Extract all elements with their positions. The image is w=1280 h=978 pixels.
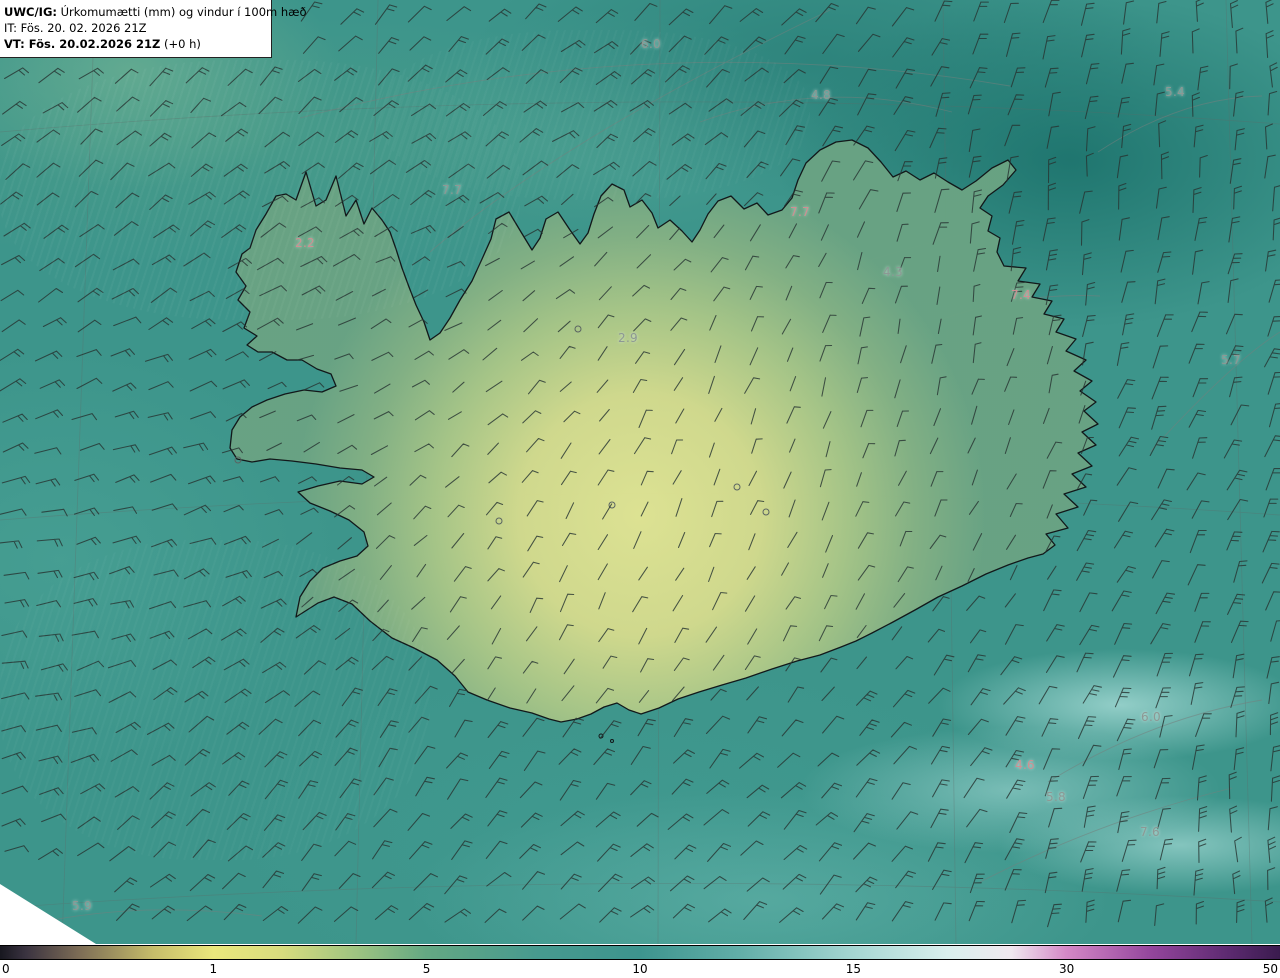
contour-label: 5.4	[1165, 85, 1185, 99]
contour-label: 4.3	[883, 265, 903, 279]
contour-label: 6.0	[641, 37, 661, 51]
colorbar: 0 1 5 10 15 30 50	[0, 944, 1280, 978]
map-title-line: UWC/IG: Úrkomumætti (mm) og vindur í 100…	[4, 4, 307, 20]
map-canvas: 6.0 4.8 5.4 7.7 2.2 7.7 4.3 7.4 2.9 5.7 6.0 4.6 5.8 7…	[0, 0, 1280, 944]
map-title: Úrkomumætti (mm) og vindur í 100m hæð	[56, 5, 307, 19]
weather-map-stage: 6.0 4.8 5.4 7.7 2.2 7.7 4.3 7.4 2.9 5.7 6.0 4.6 5.8 7…	[0, 0, 1280, 978]
valid-time-line: VT: Fös. 20.02.2026 21Z (+0 h)	[4, 36, 265, 52]
colorbar-tick-label: 5	[422, 962, 431, 976]
colorbar-tick-label: 0	[2, 962, 10, 976]
contour-label: 7.7	[790, 205, 810, 219]
contour-label: 7.7	[442, 183, 462, 197]
colorbar-gradient	[0, 945, 1280, 960]
map-title-box: UWC/IG: Úrkomumætti (mm) og vindur í 100…	[0, 0, 307, 59]
contour-label: 5.9	[72, 899, 92, 913]
valid-time-offset: (+0 h)	[160, 37, 201, 52]
init-time: IT: Fös. 20. 02. 2026 21Z	[4, 21, 147, 36]
contour-label: 4.8	[811, 88, 831, 102]
contour-label: 6.0	[1141, 710, 1161, 724]
colorbar-tick-label: 1	[209, 962, 218, 976]
colorbar-tick-label: 15	[845, 962, 862, 976]
model-name: UWC/IG:	[4, 5, 57, 19]
contour-label: 5.8	[1046, 790, 1066, 804]
colorbar-tick-labels: 0 1 5 10 15 30 50	[0, 961, 1280, 978]
contour-label: 4.6	[1015, 758, 1035, 772]
contour-label: 5.7	[1221, 353, 1241, 367]
contour-label: 7.4	[1011, 288, 1031, 302]
colorbar-tick-label: 50	[1262, 962, 1278, 976]
map-graphics	[0, 0, 1280, 944]
contour-label: 2.2	[295, 236, 315, 250]
contour-label: 7.6	[1140, 825, 1160, 839]
colorbar-tick-label: 30	[1058, 962, 1075, 976]
valid-time: VT: Fös. 20.02.2026 21Z	[4, 37, 161, 52]
colorbar-tick-label: 10	[632, 962, 648, 976]
contour-label: 2.9	[618, 331, 638, 345]
